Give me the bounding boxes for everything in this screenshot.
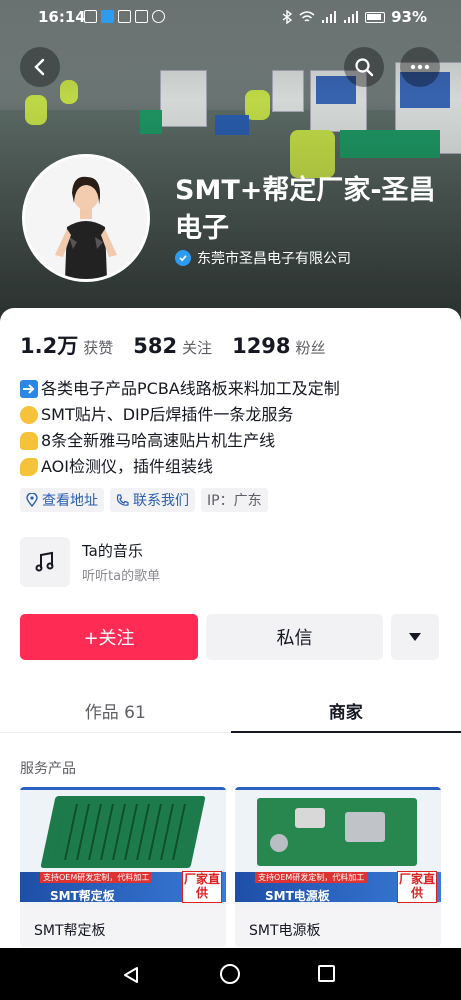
pcb-component (270, 834, 288, 852)
verified-company-row: 东莞市圣昌电子有限公司 (175, 248, 351, 268)
factory-direct-badge: 厂家直供 (397, 871, 437, 903)
tab-works[interactable]: 作品 61 (0, 688, 231, 732)
signal-icon (344, 11, 359, 23)
notification-icon (135, 10, 148, 23)
more-dots-icon (410, 64, 430, 70)
message-button[interactable]: 私信 (206, 614, 383, 660)
battery-icon (365, 11, 386, 23)
bluetooth-icon (282, 10, 293, 24)
service-card[interactable]: 支持OEM研发定制，代料加工 SMT电源板 厂家直供 SMT电源板 (235, 787, 441, 947)
avatar-portrait (25, 157, 147, 279)
bio-line: 各类电子产品PCBA线路板来料加工及定制 (20, 376, 340, 402)
product-name: SMT电源板 (249, 923, 321, 939)
product-banner-text: SMT帮定板 (50, 889, 115, 903)
flexed-biceps-emoji-icon (20, 458, 38, 476)
music-note-icon (20, 537, 70, 587)
search-icon (355, 58, 374, 77)
stat-followers[interactable]: 1298 粉丝 (232, 334, 325, 358)
nav-home-icon[interactable] (220, 964, 240, 984)
stat-value: 1.2万 (20, 334, 79, 358)
stat-value: 1298 (232, 334, 291, 358)
more-button[interactable] (400, 47, 440, 87)
bio-text: 各类电子产品PCBA线路板来料加工及定制 (41, 379, 340, 398)
status-time: 16:14 (38, 8, 86, 26)
handshake-emoji-icon (20, 406, 38, 424)
services-section-title: 服务产品 (20, 761, 76, 777)
pcb-grid (54, 804, 192, 860)
more-actions-button[interactable] (391, 614, 439, 660)
profile-stats: 1.2万 获赞 582 关注 1298 粉丝 (20, 330, 346, 360)
profile-tabs: 作品 61 商家 (0, 688, 461, 733)
bio-text: SMT贴片、DIP后焊插件一条龙服务 (41, 405, 294, 424)
follow-button[interactable]: +关注 (20, 614, 198, 660)
bio-line: AOI检测仪，插件组装线 (20, 454, 340, 480)
back-button[interactable] (20, 47, 60, 87)
status-right: 93% (281, 8, 427, 26)
profile-bio: 各类电子产品PCBA线路板来料加工及定制 SMT贴片、DIP后焊插件一条龙服务 … (20, 376, 340, 480)
stat-following[interactable]: 582 关注 (133, 334, 212, 358)
signal-icon (322, 11, 337, 23)
product-banner-text: SMT电源板 (265, 889, 330, 903)
ip-location-chip: IP：广东 (201, 488, 268, 512)
stat-label: 关注 (182, 339, 213, 357)
notification-icons (84, 10, 165, 23)
nav-recents-icon[interactable] (318, 965, 335, 982)
view-address-chip[interactable]: 查看地址 (20, 488, 104, 512)
music-title: Ta的音乐 (82, 542, 143, 560)
wifi-icon (299, 11, 315, 22)
pcb-board (257, 798, 417, 866)
chip-label: 查看地址 (42, 493, 98, 509)
factory-direct-badge: 厂家直供 (182, 871, 222, 903)
tab-merchant[interactable]: 商家 (230, 688, 461, 733)
contact-us-chip[interactable]: 联系我们 (110, 488, 195, 512)
caret-down-icon (409, 633, 421, 641)
stat-label: 粉丝 (295, 339, 326, 357)
verified-check-icon (175, 250, 191, 266)
music-text: Ta的音乐 听听ta的歌单 (82, 540, 160, 584)
chip-label: 联系我们 (133, 493, 189, 509)
service-card[interactable]: 支持OEM研发定制，代料加工 SMT帮定板 厂家直供 SMT帮定板 (20, 787, 226, 947)
bio-text: 8条全新雅马哈高速贴片机生产线 (41, 431, 276, 450)
music-row[interactable]: Ta的音乐 听听ta的歌单 (20, 537, 160, 587)
arrow-right-emoji-icon (20, 380, 38, 398)
avatar[interactable] (22, 154, 150, 282)
pcb-component (345, 812, 385, 842)
music-subtitle: 听听ta的歌单 (82, 569, 161, 584)
bio-line: 8条全新雅马哈高速贴片机生产线 (20, 428, 340, 454)
battery-level: 93% (391, 8, 427, 26)
thumbs-up-emoji-icon (20, 432, 38, 450)
notification-icon (84, 10, 97, 23)
location-pin-icon (26, 493, 38, 507)
profile-name: SMT+帮定厂家-圣昌电子 (175, 175, 436, 244)
stat-likes: 1.2万 获赞 (20, 330, 113, 360)
search-button[interactable] (344, 47, 384, 87)
stat-value: 582 (133, 334, 178, 358)
chevron-left-icon (34, 58, 45, 76)
bio-line: SMT贴片、DIP后焊插件一条龙服务 (20, 402, 340, 428)
status-bar: 16:14 93% (0, 0, 461, 34)
notification-icon (118, 10, 131, 23)
stat-label: 获赞 (83, 339, 114, 357)
profile-chips: 查看地址 联系我们 IP：广东 (20, 488, 268, 512)
nav-back-icon[interactable] (122, 966, 140, 984)
notification-icon (152, 10, 165, 23)
product-name: SMT帮定板 (34, 923, 106, 939)
phone-icon (116, 493, 129, 506)
product-tagline: 支持OEM研发定制，代料加工 (255, 872, 368, 883)
notification-icon (101, 10, 114, 23)
product-tagline: 支持OEM研发定制，代料加工 (40, 872, 153, 883)
verified-company-name: 东莞市圣昌电子有限公司 (197, 251, 351, 267)
chip-label: IP：广东 (207, 493, 262, 509)
pcb-component (295, 808, 325, 828)
bio-text: AOI检测仪，插件组装线 (41, 457, 213, 476)
